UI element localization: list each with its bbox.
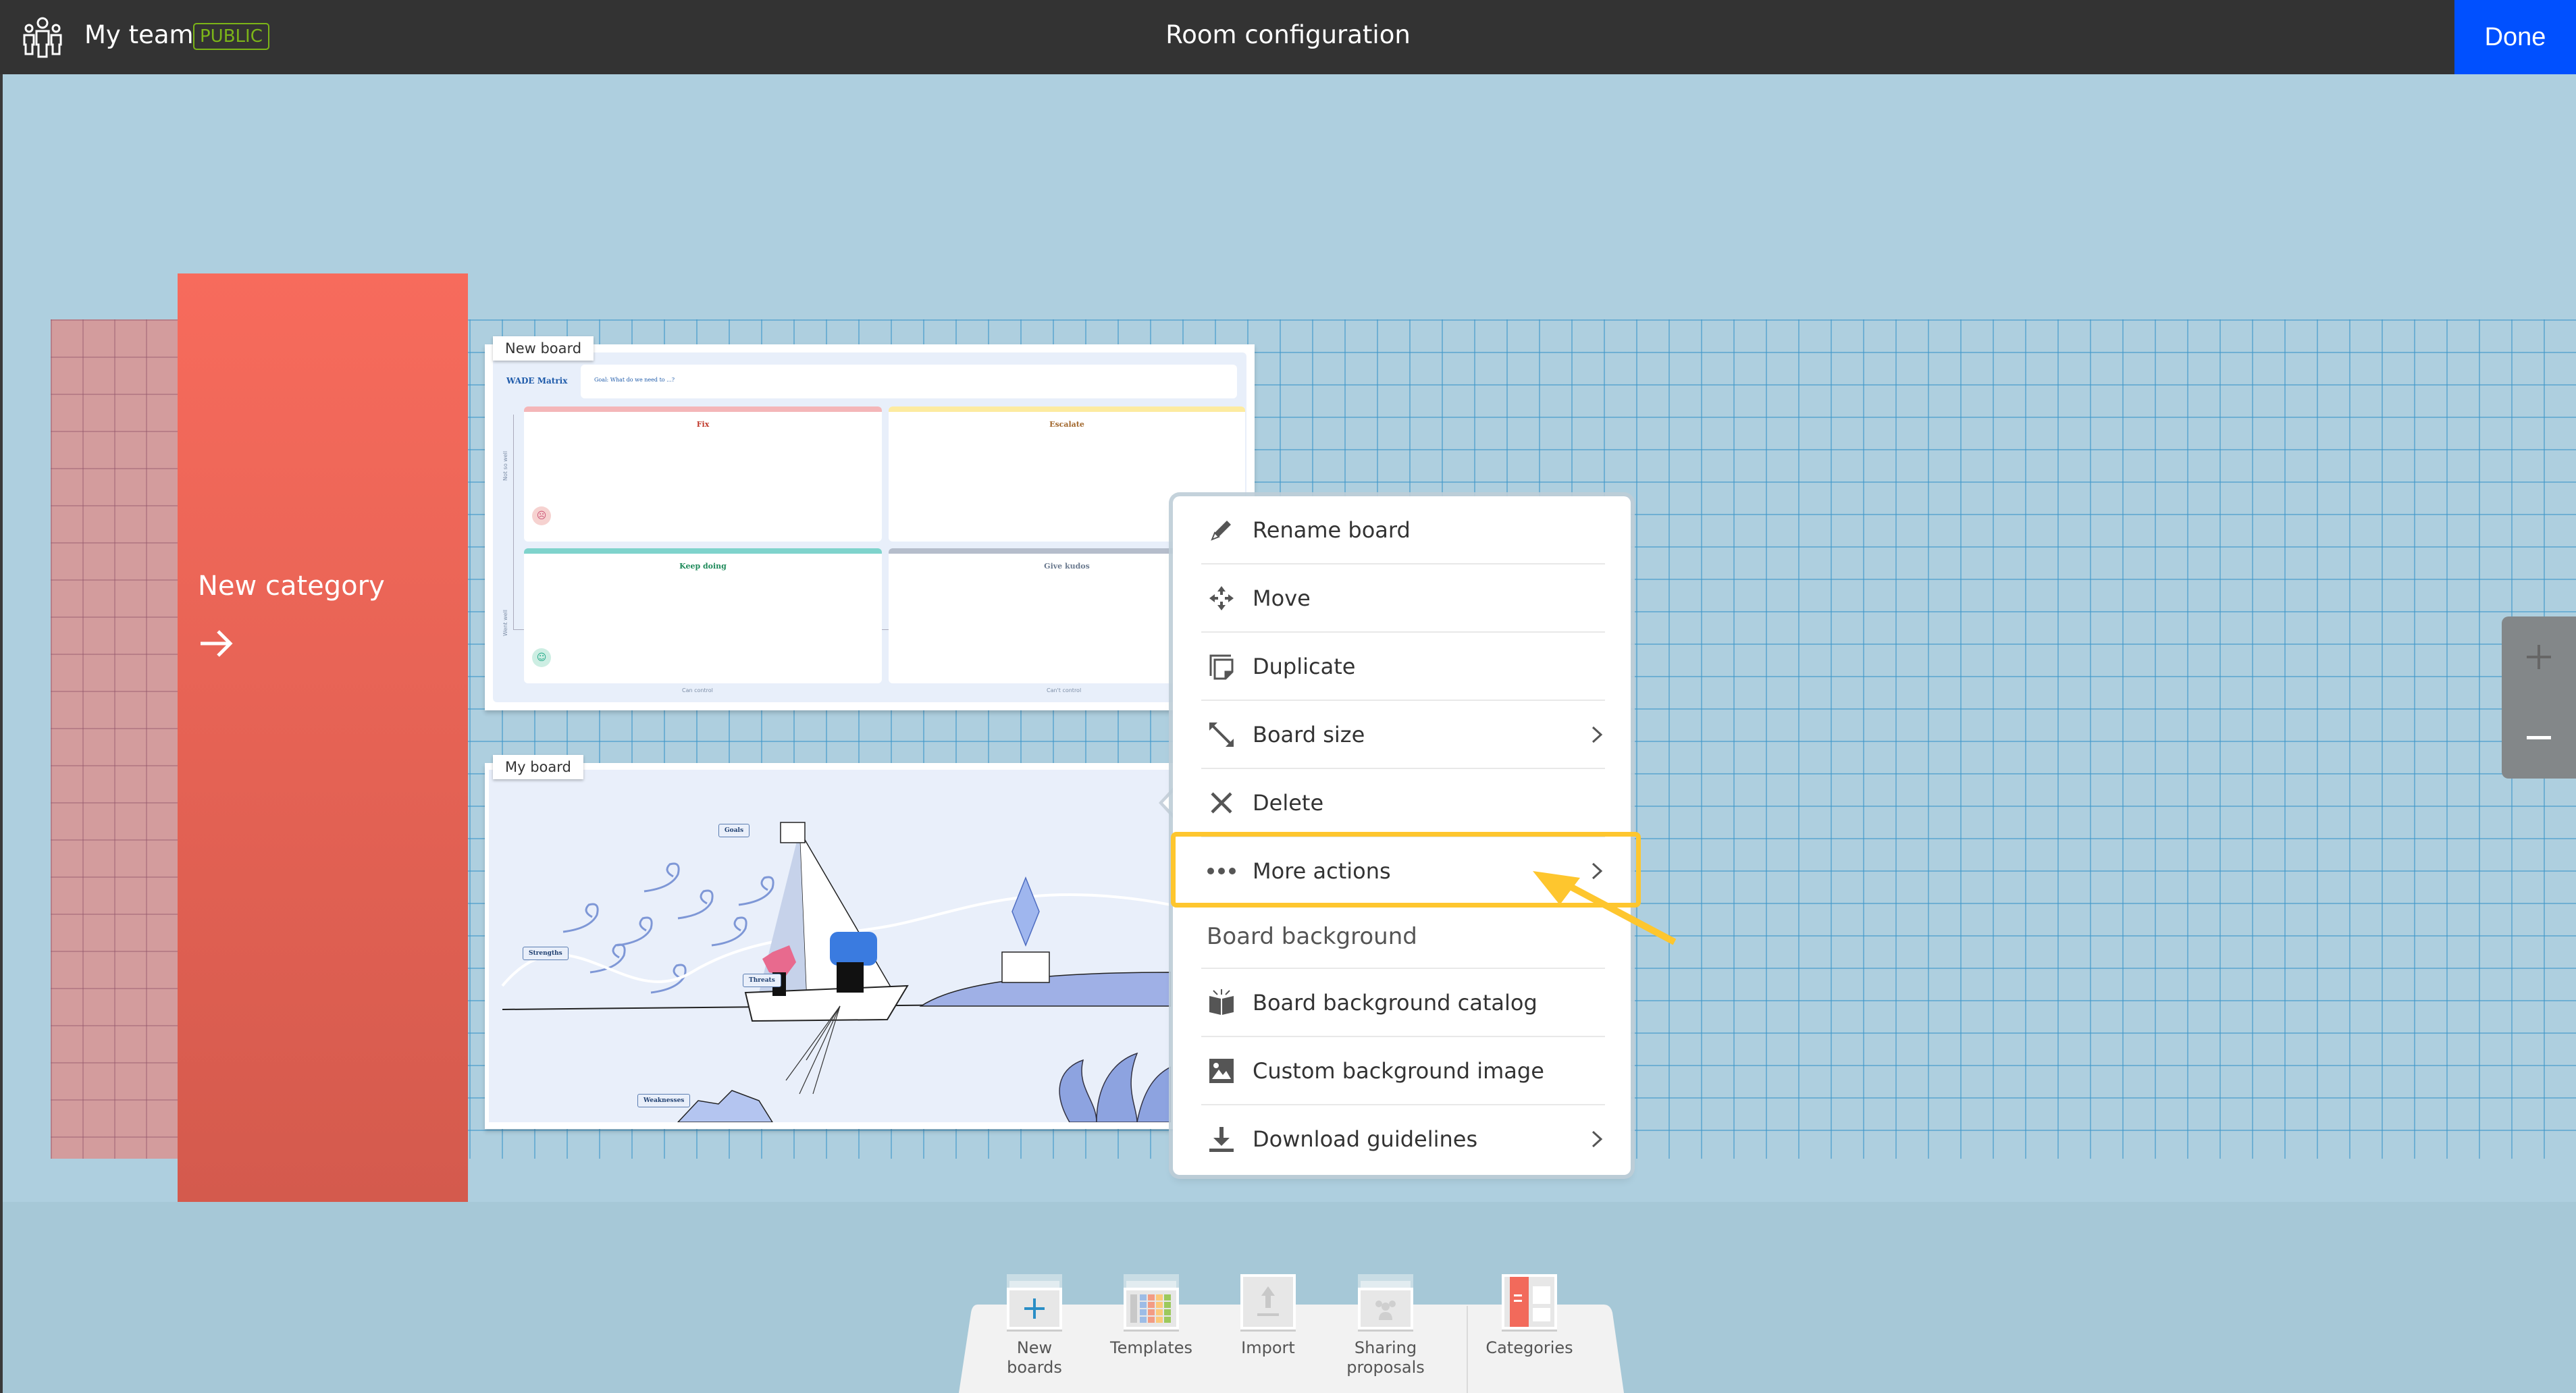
- zoom-in-button[interactable]: [2502, 616, 2576, 698]
- menu-item-label: Delete: [1253, 789, 1324, 816]
- category-label: New category: [198, 571, 385, 602]
- plus-icon: [2527, 645, 2551, 669]
- menu-section-header: Board background: [1201, 905, 1605, 969]
- toolbar-new-boards[interactable]: New boards: [987, 1274, 1082, 1377]
- menu-item-download-guidelines[interactable]: Download guidelines: [1201, 1105, 1605, 1172]
- plus-icon: [1007, 1274, 1062, 1332]
- category-new-category[interactable]: New category: [178, 273, 468, 1202]
- board-context-menu: Rename board Move Duplicate Board size D…: [1173, 496, 1631, 1175]
- quadrant-keep-doing: Keep doing ☺: [524, 548, 882, 683]
- section-title: Board background: [1207, 923, 1417, 950]
- menu-item-custom-background-image[interactable]: Custom background image: [1201, 1037, 1605, 1105]
- quadrant-label: Escalate: [1049, 420, 1084, 429]
- done-button[interactable]: Done: [2454, 0, 2576, 74]
- board-thumbnail: WADE Matrix Goal: What do we need to ...…: [493, 352, 1246, 702]
- menu-item-label: Board size: [1253, 721, 1365, 747]
- swot-label: Threats: [743, 974, 781, 987]
- menu-item-move[interactable]: Move: [1201, 564, 1605, 633]
- bottom-toolbar: New boards Templates Import Sharing prop…: [959, 1274, 1624, 1393]
- template-title: WADE Matrix: [506, 376, 568, 386]
- resize-icon: [1207, 720, 1236, 750]
- goal-box: Goal: What do we need to ...?: [581, 365, 1237, 398]
- board-my-board[interactable]: Strengths Goals Threats Weaknesses: [485, 763, 1175, 1129]
- quadrant-fix: Fix ☹: [524, 406, 882, 542]
- minus-icon: [2527, 736, 2551, 739]
- menu-item-label: Duplicate: [1253, 653, 1356, 679]
- download-icon: [1207, 1124, 1236, 1154]
- quadrant-label: Fix: [696, 420, 710, 429]
- menu-item-board-size[interactable]: Board size: [1201, 701, 1605, 769]
- x-axis-label: Can control: [682, 687, 713, 693]
- swot-label: Goals: [718, 824, 750, 837]
- swot-label: Weaknesses: [637, 1094, 691, 1107]
- sad-face-icon: ☹: [532, 506, 551, 525]
- chevron-right-icon: [1592, 862, 1603, 879]
- menu-item-label: Board background catalog: [1253, 989, 1537, 1016]
- chevron-right-icon: [1592, 1130, 1603, 1147]
- pencil-icon: [1207, 515, 1236, 545]
- board-tag[interactable]: My board: [493, 755, 583, 779]
- upload-icon: [1240, 1274, 1296, 1332]
- toolbar-label: New boards: [1007, 1338, 1062, 1377]
- menu-item-label: Move: [1253, 585, 1311, 611]
- zoom-out-button[interactable]: [2502, 698, 2576, 779]
- category-grid-area: [51, 319, 178, 1159]
- toolbar-templates[interactable]: Templates: [1104, 1274, 1199, 1358]
- toolbar-categories[interactable]: Categories: [1482, 1274, 1577, 1358]
- toolbar-import[interactable]: Import: [1221, 1274, 1315, 1358]
- y-axis-label: Went well: [502, 609, 508, 636]
- toolbar-sharing-proposals[interactable]: Sharing proposals: [1338, 1274, 1433, 1377]
- image-icon: [1207, 1056, 1236, 1086]
- toolbar-label: Import: [1241, 1338, 1295, 1357]
- board-tag[interactable]: New board: [493, 336, 594, 361]
- quadrant-label: Keep doing: [679, 562, 727, 571]
- x-axis-label: Can't control: [1047, 687, 1082, 693]
- menu-item-rename-board[interactable]: Rename board: [1201, 496, 1605, 564]
- categories-icon: [1502, 1274, 1557, 1332]
- close-icon: [1207, 788, 1236, 818]
- menu-item-more-actions[interactable]: More actions: [1201, 837, 1605, 905]
- menu-item-duplicate[interactable]: Duplicate: [1201, 633, 1605, 701]
- page-title: Room configuration: [1165, 20, 1411, 49]
- goal-text: Goal: What do we need to ...?: [594, 377, 675, 383]
- move-icon: [1207, 583, 1236, 613]
- toolbar-label: Categories: [1486, 1338, 1573, 1357]
- group-icon: [1358, 1274, 1413, 1332]
- chevron-right-icon: [1592, 726, 1603, 743]
- sailboat-illustration: [501, 822, 1171, 1122]
- window-edge: [0, 74, 3, 1393]
- board-thumbnail: Strengths Goals Threats Weaknesses: [489, 770, 1171, 1122]
- top-bar: My team PUBLIC Room configuration Done: [0, 0, 2576, 74]
- toolbar-label: Sharing proposals: [1346, 1338, 1425, 1377]
- arrow-right-icon: [201, 630, 233, 657]
- toolbar-label: Templates: [1109, 1338, 1192, 1357]
- menu-item-label: Download guidelines: [1253, 1126, 1478, 1152]
- menu-item-board-background-catalog[interactable]: Board background catalog: [1201, 969, 1605, 1037]
- menu-item-delete[interactable]: Delete: [1201, 769, 1605, 837]
- book-icon: [1207, 988, 1236, 1018]
- zoom-controls: [2502, 616, 2576, 779]
- duplicate-icon: [1207, 652, 1236, 681]
- templates-icon: [1124, 1274, 1179, 1332]
- menu-item-label: Custom background image: [1253, 1057, 1544, 1084]
- y-axis: [513, 415, 514, 629]
- y-axis-label: Not so well: [502, 450, 508, 481]
- menu-item-label: Rename board: [1253, 517, 1411, 543]
- happy-face-icon: ☺: [532, 648, 551, 667]
- swot-label: Strengths: [523, 947, 569, 960]
- menu-item-label: More actions: [1253, 858, 1391, 884]
- more-dots-icon: [1207, 856, 1236, 886]
- toolbar-divider: [1467, 1306, 1468, 1393]
- board-new-board[interactable]: WADE Matrix Goal: What do we need to ...…: [485, 344, 1255, 710]
